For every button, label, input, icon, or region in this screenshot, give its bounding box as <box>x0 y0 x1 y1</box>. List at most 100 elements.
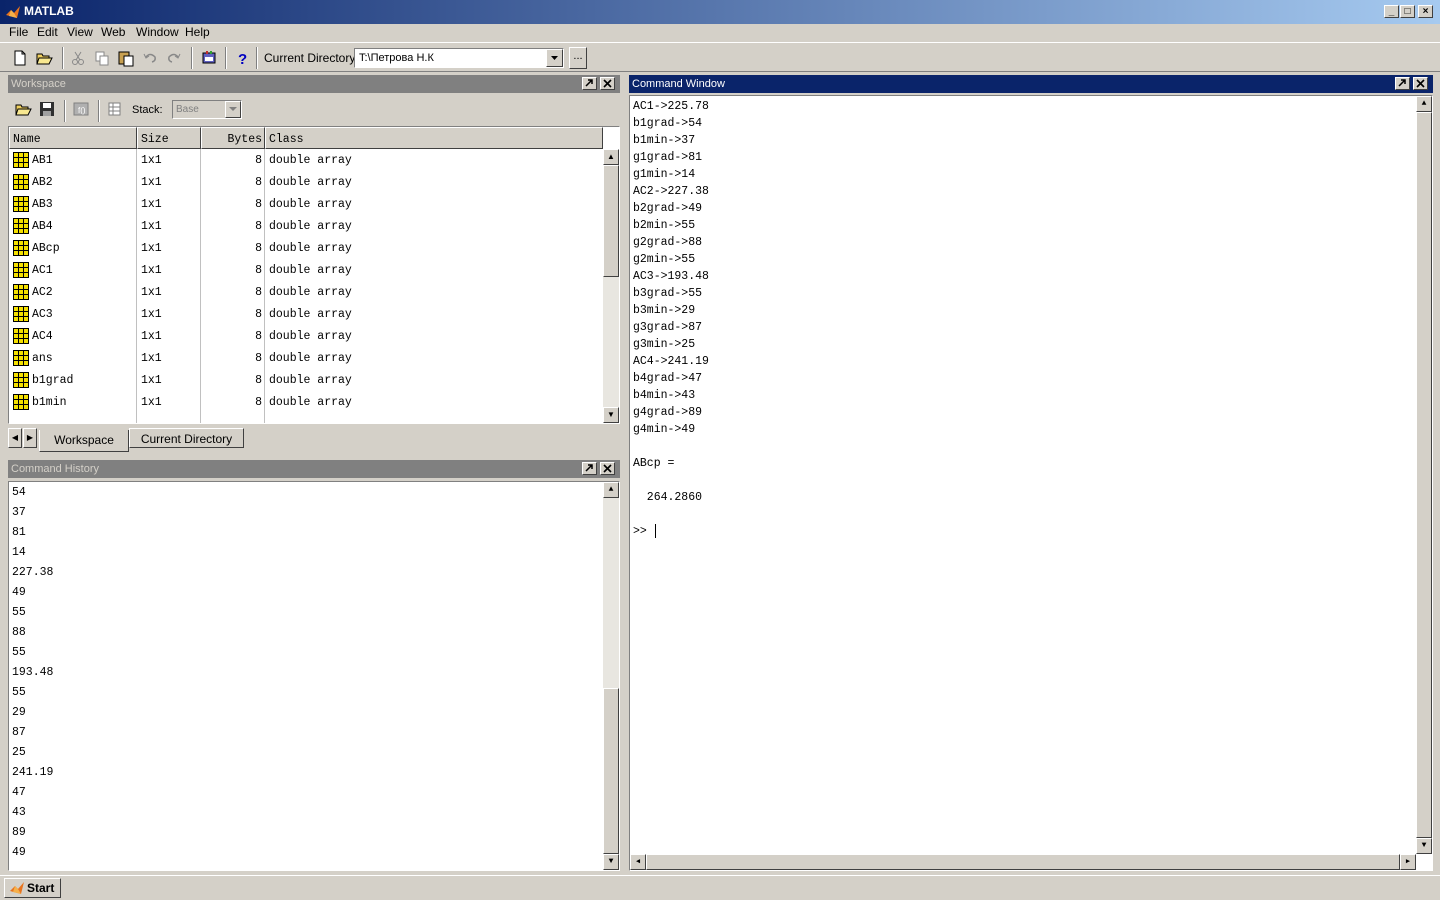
history-item[interactable]: 29 <box>12 706 26 719</box>
history-undock-button[interactable] <box>582 462 597 475</box>
scroll-thumb[interactable] <box>603 165 619 277</box>
array-icon <box>13 284 29 300</box>
menu-help[interactable]: Help <box>185 25 210 39</box>
stack-value: Base <box>176 104 199 115</box>
cell-bytes: 8 <box>255 264 262 277</box>
history-item[interactable]: 81 <box>12 526 26 539</box>
table-row[interactable]: AB4 1x1 8 double array <box>9 215 603 237</box>
cut-icon[interactable] <box>69 49 87 67</box>
open-folder-icon[interactable] <box>35 49 53 67</box>
scroll-up-button[interactable]: ▲ <box>1416 96 1432 112</box>
command-window-undock-button[interactable] <box>1395 77 1410 90</box>
command-output-line: b2min->55 <box>633 219 696 232</box>
scroll-thumb[interactable] <box>646 854 1400 870</box>
history-item[interactable]: 14 <box>12 546 26 559</box>
minimize-button[interactable]: _ <box>1384 5 1399 18</box>
simulink-icon[interactable] <box>200 49 218 67</box>
history-item[interactable]: 54 <box>12 486 26 499</box>
current-directory-dropdown-button[interactable] <box>546 49 563 67</box>
command-window-close-button[interactable] <box>1413 77 1428 90</box>
scroll-right-button[interactable]: ▶ <box>1400 854 1416 870</box>
history-item[interactable]: 25 <box>12 746 26 759</box>
table-row[interactable]: ABcp 1x1 8 double array <box>9 237 603 259</box>
history-item[interactable]: 227.38 <box>12 566 53 579</box>
scroll-thumb[interactable] <box>1416 112 1432 838</box>
column-header-size[interactable]: Size <box>137 127 201 149</box>
tab-scroll-left-button[interactable]: ◀ <box>8 428 22 448</box>
table-row[interactable]: AB2 1x1 8 double array <box>9 171 603 193</box>
history-item[interactable]: 37 <box>12 506 26 519</box>
menu-window[interactable]: Window <box>136 25 179 39</box>
start-button[interactable]: Start <box>4 878 61 898</box>
menu-web[interactable]: Web <box>101 25 125 39</box>
history-item[interactable]: 55 <box>12 606 26 619</box>
history-item[interactable]: 241.19 <box>12 766 53 779</box>
table-row[interactable]: AC1 1x1 8 double array <box>9 259 603 281</box>
maximize-button[interactable]: □ <box>1400 5 1415 18</box>
scroll-down-button[interactable]: ▼ <box>603 854 619 870</box>
table-row[interactable]: AC4 1x1 8 double array <box>9 325 603 347</box>
help-icon[interactable]: ? <box>233 49 251 67</box>
table-row[interactable]: b1grad 1x1 8 double array <box>9 369 603 391</box>
workspace-close-button[interactable] <box>600 77 615 90</box>
history-item[interactable]: 47 <box>12 786 26 799</box>
workspace-vertical-scrollbar[interactable]: ▲ ▼ <box>603 149 619 423</box>
workspace-undock-button[interactable] <box>582 77 597 90</box>
import-data-icon[interactable]: f() <box>72 100 90 118</box>
scroll-up-button[interactable]: ▲ <box>603 149 619 165</box>
stack-dropdown-button[interactable] <box>225 101 241 118</box>
copy-icon[interactable] <box>93 49 111 67</box>
tab-scroll-right-button[interactable]: ▶ <box>23 428 37 448</box>
redo-icon[interactable] <box>165 49 183 67</box>
window-close-button[interactable]: × <box>1418 5 1433 18</box>
column-header-bytes[interactable]: Bytes <box>201 127 265 149</box>
history-item[interactable]: 49 <box>12 586 26 599</box>
history-close-button[interactable] <box>600 462 615 475</box>
history-item[interactable]: 89 <box>12 826 26 839</box>
command-window-output[interactable]: AC1->225.78 b1grad->54 b1min->37 g1grad->81… <box>629 95 1433 871</box>
scroll-thumb[interactable] <box>603 688 619 854</box>
current-directory-value: T:\Петрова Н.К <box>359 52 434 64</box>
scroll-left-button[interactable]: ◀ <box>630 854 646 870</box>
tab-current-directory[interactable]: Current Directory <box>129 428 244 448</box>
command-window-vertical-scrollbar[interactable]: ▲ ▼ <box>1416 96 1432 854</box>
paste-icon[interactable] <box>117 49 135 67</box>
history-item[interactable]: 87 <box>12 726 26 739</box>
history-item[interactable]: 43 <box>12 806 26 819</box>
scroll-down-button[interactable]: ▼ <box>603 407 619 423</box>
menu-view[interactable]: View <box>67 25 93 39</box>
column-header-name[interactable]: Name <box>9 127 137 149</box>
table-row[interactable]: AB3 1x1 8 double array <box>9 193 603 215</box>
table-row[interactable]: b1min 1x1 8 double array <box>9 391 603 413</box>
tab-workspace[interactable]: Workspace <box>39 430 129 452</box>
history-item[interactable]: 49 <box>12 846 26 859</box>
history-item[interactable]: 88 <box>12 626 26 639</box>
scroll-up-button[interactable]: ▲ <box>603 482 619 498</box>
table-row[interactable]: ans 1x1 8 double array <box>9 347 603 369</box>
new-file-icon[interactable] <box>11 49 29 67</box>
history-item[interactable]: 55 <box>12 686 26 699</box>
history-item[interactable]: 55 <box>12 646 26 659</box>
stack-select[interactable]: Base <box>172 100 242 119</box>
save-icon[interactable] <box>38 100 56 118</box>
command-window-horizontal-scrollbar[interactable]: ◀ ▶ <box>630 854 1416 870</box>
history-item[interactable]: 193.48 <box>12 666 53 679</box>
menu-file[interactable]: File <box>9 25 28 39</box>
open-folder-icon[interactable] <box>14 100 32 118</box>
scroll-down-button[interactable]: ▼ <box>1416 838 1432 854</box>
chevron-down-icon <box>551 56 558 60</box>
column-header-class[interactable]: Class <box>265 127 603 149</box>
table-row[interactable]: AC2 1x1 8 double array <box>9 281 603 303</box>
cell-bytes: 8 <box>255 374 262 387</box>
table-row[interactable]: AC3 1x1 8 double array <box>9 303 603 325</box>
array-editor-icon[interactable] <box>106 100 124 118</box>
cell-class: double array <box>269 154 352 167</box>
undo-icon[interactable] <box>141 49 159 67</box>
table-row[interactable]: AB1 1x1 8 double array <box>9 149 603 171</box>
current-directory-field[interactable]: T:\Петрова Н.К <box>354 48 564 68</box>
command-output-line: AC3->193.48 <box>633 270 709 283</box>
history-vertical-scrollbar[interactable]: ▲ ▼ <box>603 482 619 870</box>
command-output-line: g3grad->87 <box>633 321 703 334</box>
menu-edit[interactable]: Edit <box>37 25 58 39</box>
browse-directory-button[interactable]: ... <box>569 47 587 69</box>
